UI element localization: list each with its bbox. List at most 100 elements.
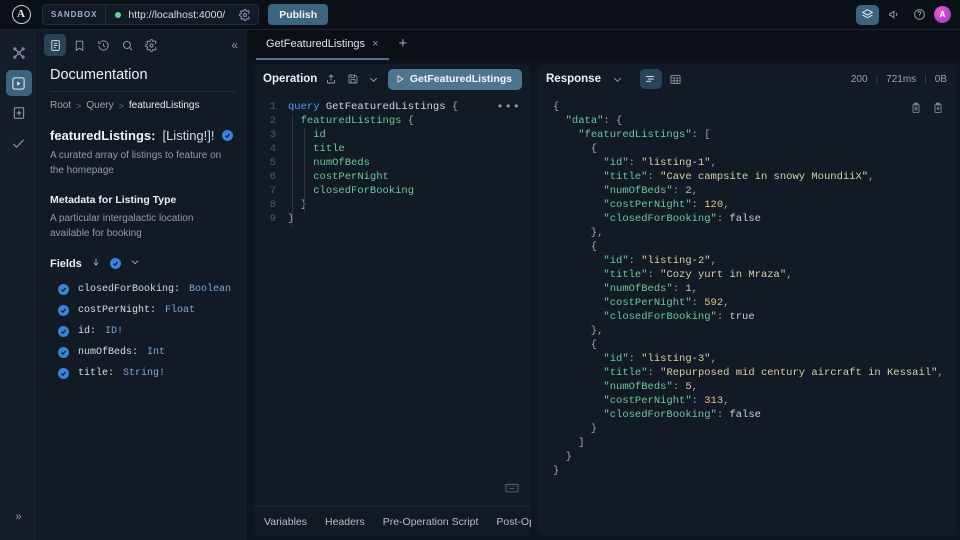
response-line: "id": "listing-1", — [603, 157, 717, 169]
line-number: 6 — [269, 171, 276, 183]
breadcrumb-root[interactable]: Root — [50, 100, 71, 111]
announcements-icon[interactable] — [884, 5, 904, 25]
breadcrumb: Root > Query > featuredListings — [50, 100, 235, 111]
metadata-description: A particular intergalactic location avai… — [50, 213, 194, 239]
arrow-down-icon[interactable] — [91, 257, 101, 270]
select-all-check-icon[interactable] — [109, 258, 121, 269]
share-icon[interactable] — [324, 70, 338, 89]
metadata-heading: Metadata for Listing Type — [50, 194, 177, 206]
collapse-panel-button[interactable]: « — [231, 38, 241, 52]
history-icon[interactable] — [92, 34, 114, 56]
code-line: } — [288, 199, 307, 211]
sandbox-chip: SANDBOX — [43, 5, 107, 24]
response-line: } — [553, 423, 598, 435]
field-name: numOfBeds: — [78, 347, 139, 358]
main-area: GetFeaturedListings × + Operation GetFea… — [248, 30, 960, 540]
bookmark-icon[interactable] — [68, 34, 90, 56]
response-time: 721ms — [886, 73, 917, 85]
operation-bottom-tabs: Variables Headers Pre-Operation Script Post… — [254, 506, 531, 536]
code-line: costPerNight — [313, 171, 389, 183]
operation-bottom-tab[interactable]: Headers — [325, 516, 365, 528]
search-icon[interactable] — [116, 34, 138, 56]
field-name: title: — [78, 368, 115, 379]
new-tab-button[interactable]: + — [389, 36, 418, 55]
keyboard-shortcuts-icon[interactable] — [505, 482, 519, 498]
download-icon[interactable] — [932, 102, 944, 119]
checks-icon[interactable] — [6, 130, 32, 156]
operation-more-icon[interactable]: ••• — [496, 100, 521, 114]
field-row[interactable]: closedForBooking: Boolean — [50, 279, 235, 300]
fields-label: Fields — [50, 257, 82, 270]
operation-editor[interactable]: 1 2 3 4 5 6 7 8 9 query GetFeaturedListings { fe… — [254, 94, 531, 506]
run-operation-button[interactable]: GetFeaturedListings — [387, 68, 522, 90]
chevron-down-icon[interactable] — [367, 70, 381, 89]
response-line: }, — [553, 227, 604, 239]
schema-icon[interactable] — [6, 100, 32, 126]
field-name: closedForBooking: — [78, 284, 181, 295]
field-check-icon[interactable] — [58, 347, 69, 358]
preview-icon[interactable] — [856, 4, 879, 25]
response-line: } — [553, 451, 572, 463]
gear-icon[interactable] — [235, 5, 255, 25]
code-line: featuredListings { — [300, 115, 415, 127]
response-line: "title": "Cave campsite in snowy Moundii… — [603, 171, 875, 183]
indent-guide — [304, 128, 305, 212]
operation-bottom-tab[interactable]: Post-Ope — [496, 516, 531, 528]
documentation-toolbar: « — [38, 30, 247, 60]
field-name: costPerNight: — [78, 305, 157, 316]
response-line: { — [553, 143, 598, 155]
response-line: "title": "Repurposed mid century aircraf… — [603, 367, 944, 379]
save-icon[interactable] — [346, 70, 360, 89]
operation-bottom-tab[interactable]: Pre-Operation Script — [383, 516, 479, 528]
response-size: 0B — [934, 73, 947, 85]
operation-code[interactable]: query GetFeaturedListings { featuredList… — [284, 100, 531, 226]
left-rail: » — [0, 30, 38, 540]
field-check-icon[interactable] — [58, 326, 69, 337]
graph-icon[interactable] — [6, 40, 32, 66]
code-line: closedForBooking — [313, 185, 415, 197]
endpoint-url[interactable]: http://localhost:4000/ — [128, 9, 235, 21]
response-title: Response — [546, 73, 601, 85]
fields-header: Fields — [50, 257, 235, 270]
documentation-panel: « Documentation Root > Query > featuredL… — [38, 30, 248, 540]
field-check-icon[interactable] — [58, 284, 69, 295]
close-icon[interactable]: × — [372, 38, 378, 50]
help-icon[interactable] — [909, 5, 929, 25]
divider: | — [924, 73, 927, 85]
field-check-icon[interactable] — [58, 305, 69, 316]
code-line: query GetFeaturedListings { — [288, 101, 459, 113]
avatar[interactable]: A — [934, 6, 951, 23]
brand-logo[interactable]: A — [4, 5, 38, 24]
top-bar: A SANDBOX http://localhost:4000/ Publish… — [0, 0, 960, 30]
response-line: { — [553, 339, 598, 351]
field-row[interactable]: numOfBeds: Int — [50, 342, 235, 363]
response-line: "title": "Cozy yurt in Mraza", — [603, 269, 793, 281]
documentation-icon[interactable] — [44, 34, 66, 56]
field-row[interactable]: costPerNight: Float — [50, 300, 235, 321]
field-check-icon[interactable] — [58, 368, 69, 379]
settings-icon[interactable] — [140, 34, 162, 56]
field-row[interactable]: id: ID! — [50, 321, 235, 342]
field-signature: featuredListings: [Listing!]! — [50, 128, 235, 143]
publish-button[interactable]: Publish — [268, 4, 329, 25]
tab-get-featured-listings[interactable]: GetFeaturedListings × — [256, 30, 389, 60]
breadcrumb-query[interactable]: Query — [86, 100, 113, 111]
response-line: { — [553, 101, 560, 113]
expand-rail-button[interactable]: » — [6, 504, 32, 530]
table-view-icon[interactable] — [665, 69, 687, 89]
response-body[interactable]: { "data": { "featuredListings": [ { "id"… — [537, 94, 956, 536]
operation-title: Operation — [263, 73, 318, 85]
json-view-icon[interactable] — [639, 69, 662, 89]
copy-icon[interactable] — [910, 102, 922, 119]
endpoint-bar[interactable]: SANDBOX http://localhost:4000/ — [42, 4, 260, 25]
field-row[interactable]: title: String! — [50, 363, 235, 384]
operation-bottom-tab[interactable]: Variables — [264, 516, 307, 528]
response-line: "featuredListings": [ — [578, 129, 711, 141]
chevron-down-icon[interactable] — [130, 257, 140, 270]
fields-list: closedForBooking: Boolean costPerNight: Flo… — [50, 279, 235, 384]
chevron-down-icon[interactable] — [608, 70, 627, 89]
app-root: A SANDBOX http://localhost:4000/ Publish… — [0, 0, 960, 540]
explorer-icon[interactable] — [5, 70, 32, 96]
selected-check-icon[interactable] — [221, 130, 233, 141]
editor-panes: Operation GetFeaturedListings 1 2 3 4 5 … — [248, 60, 960, 540]
